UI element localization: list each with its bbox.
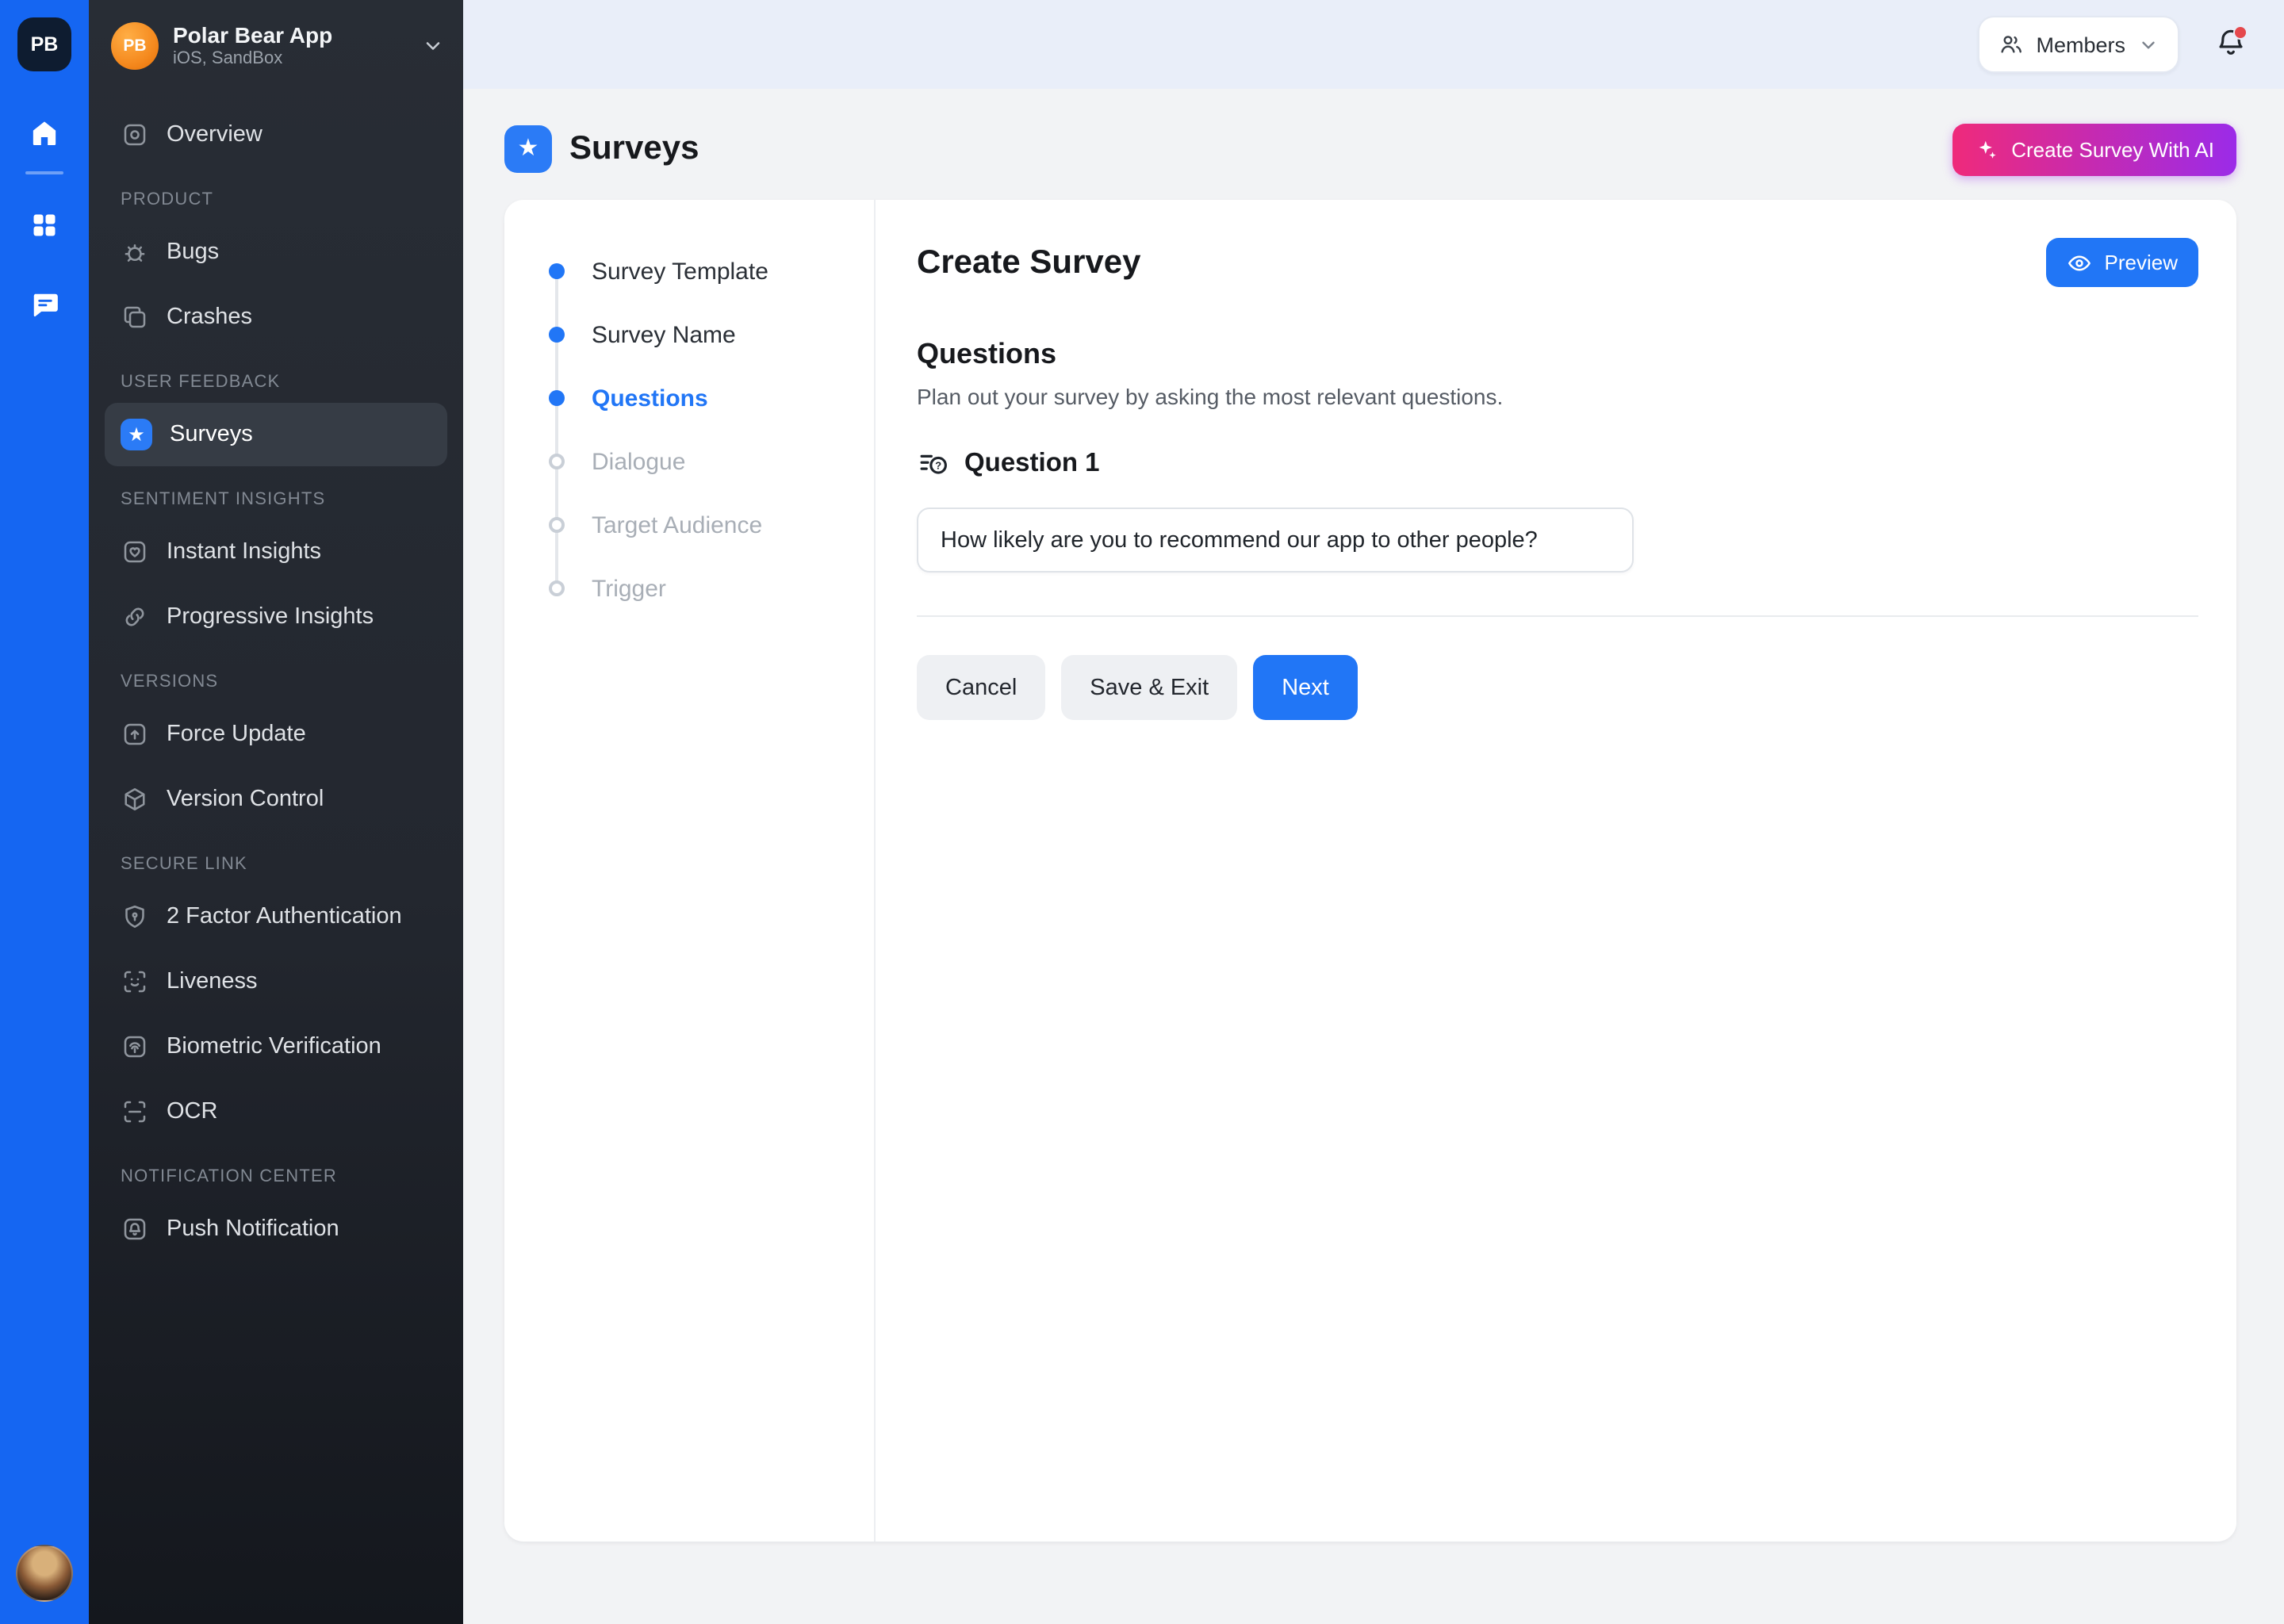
form-title: Create Survey <box>917 243 1141 282</box>
chat-icon <box>29 289 59 320</box>
form-actions: Cancel Save & Exit Next <box>917 655 2198 720</box>
question-row: ? Question 1 <box>917 447 2198 481</box>
app-platform: iOS, SandBox <box>173 49 332 70</box>
next-button[interactable]: Next <box>1253 655 1358 720</box>
fingerprint-icon <box>121 1032 149 1061</box>
step-dot-filled <box>549 327 565 343</box>
surveys-page-icon: ★ <box>504 125 552 173</box>
stepper-pane: Survey Template Survey Name Questions Di… <box>504 200 876 1542</box>
face-scan-icon <box>121 967 149 996</box>
svg-text:?: ? <box>935 459 941 471</box>
sidebar-item-ocr[interactable]: OCR <box>105 1080 447 1143</box>
form-header: Create Survey Preview <box>917 238 2198 287</box>
question-label: Question 1 <box>964 449 1100 479</box>
preview-button[interactable]: Preview <box>2046 238 2199 287</box>
cancel-button[interactable]: Cancel <box>917 655 1045 720</box>
rail-divider <box>25 171 63 174</box>
shield-lock-icon <box>121 902 149 931</box>
sidebar-item-crashes[interactable]: Crashes <box>105 285 447 349</box>
step-survey-template[interactable]: Survey Template <box>549 239 874 303</box>
surveys-star-icon: ★ <box>121 419 152 450</box>
home-button[interactable] <box>17 109 71 157</box>
members-label: Members <box>2036 33 2125 56</box>
step-dot-filled <box>549 263 565 279</box>
sidebar-item-biometric-verification[interactable]: Biometric Verification <box>105 1015 447 1078</box>
app-name: Polar Bear App <box>173 22 332 49</box>
notification-dot <box>2233 25 2248 40</box>
sidebar-item-instant-insights[interactable]: Instant Insights <box>105 520 447 584</box>
question-text-input[interactable] <box>917 508 1634 573</box>
sidebar-item-progressive-insights[interactable]: Progressive Insights <box>105 585 447 649</box>
sidebar-item-liveness[interactable]: Liveness <box>105 950 447 1013</box>
create-survey-card: Survey Template Survey Name Questions Di… <box>504 200 2236 1542</box>
home-icon <box>29 117 60 149</box>
main-content: ★ Surveys Create Survey With AI Survey T… <box>463 89 2284 1624</box>
sidebar-item-bugs[interactable]: Bugs <box>105 220 447 284</box>
step-dialogue[interactable]: Dialogue <box>549 430 874 493</box>
chat-button[interactable] <box>17 281 71 328</box>
section-label-sentiment-insights: SENTIMENT INSIGHTS <box>121 490 431 509</box>
sidebar: PB Polar Bear App iOS, SandBox Overview … <box>89 0 463 1624</box>
chevron-down-icon <box>422 35 444 57</box>
step-dot-empty <box>549 454 565 469</box>
members-button[interactable]: Members <box>1977 16 2179 73</box>
step-questions[interactable]: Questions <box>549 366 874 430</box>
section-label-versions: VERSIONS <box>121 672 431 691</box>
create-survey-ai-label: Create Survey With AI <box>2011 137 2214 161</box>
chevron-down-icon <box>2138 34 2159 55</box>
bell-square-icon <box>121 1215 149 1243</box>
step-survey-name[interactable]: Survey Name <box>549 303 874 366</box>
create-survey-ai-button[interactable]: Create Survey With AI <box>1953 123 2236 175</box>
cube-icon <box>121 785 149 814</box>
sidebar-item-2fa[interactable]: 2 Factor Authentication <box>105 885 447 948</box>
step-dot-empty <box>549 517 565 533</box>
bug-icon <box>121 238 149 266</box>
sidebar-item-surveys[interactable]: ★ Surveys <box>105 403 447 466</box>
app-window: PB PB Polar Bear App iOS, SandBox <box>0 0 2284 1624</box>
app-rail: PB <box>0 0 89 1624</box>
step-trigger[interactable]: Trigger <box>549 557 874 620</box>
app-switcher[interactable]: PB Polar Bear App iOS, SandBox <box>89 0 463 92</box>
sidebar-item-version-control[interactable]: Version Control <box>105 768 447 831</box>
overview-icon <box>121 121 149 149</box>
crashes-icon <box>121 303 149 331</box>
form-divider <box>917 615 2198 617</box>
stepper: Survey Template Survey Name Questions Di… <box>549 239 874 620</box>
step-dot-active <box>549 390 565 406</box>
section-label-user-feedback: USER FEEDBACK <box>121 373 431 392</box>
ocr-scan-icon <box>121 1097 149 1126</box>
app-icon: PB <box>111 22 159 70</box>
preview-label: Preview <box>2105 251 2179 274</box>
form-pane: Create Survey Preview Questions Plan out… <box>876 200 2236 1542</box>
question-list-icon: ? <box>917 447 950 481</box>
save-exit-button[interactable]: Save & Exit <box>1061 655 1237 720</box>
section-label-notification-center: NOTIFICATION CENTER <box>121 1167 431 1186</box>
sidebar-item-overview[interactable]: Overview <box>105 103 447 167</box>
apps-grid-button[interactable] <box>17 201 71 249</box>
step-dot-empty <box>549 580 565 596</box>
eye-icon <box>2067 250 2092 275</box>
user-avatar[interactable] <box>16 1545 73 1602</box>
apps-grid-icon <box>30 211 59 239</box>
notifications-button[interactable] <box>2211 25 2249 63</box>
page-title: Surveys <box>569 130 699 168</box>
topbar: Members <box>463 0 2284 89</box>
questions-section-title: Questions <box>917 338 2198 371</box>
section-label-product: PRODUCT <box>121 190 431 209</box>
section-label-secure-link: SECURE LINK <box>121 855 431 874</box>
link-icon <box>121 603 149 631</box>
page-header: ★ Surveys Create Survey With AI <box>504 117 2236 181</box>
members-icon <box>1998 32 2023 57</box>
arrow-up-square-icon <box>121 720 149 749</box>
sidebar-nav: Overview PRODUCT Bugs Crashes USER FEEDB… <box>89 92 463 1261</box>
workspace-logo[interactable]: PB <box>17 17 71 71</box>
sidebar-item-force-update[interactable]: Force Update <box>105 703 447 766</box>
sparkle-icon <box>1975 137 1998 161</box>
heart-square-icon <box>121 538 149 566</box>
step-target-audience[interactable]: Target Audience <box>549 493 874 557</box>
sidebar-item-push-notification[interactable]: Push Notification <box>105 1197 447 1261</box>
questions-section-description: Plan out your survey by asking the most … <box>917 384 2198 409</box>
